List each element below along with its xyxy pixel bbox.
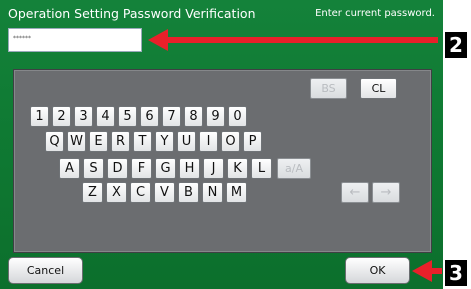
key-k[interactable]: K — [227, 158, 248, 179]
key-3[interactable]: 3 — [74, 106, 93, 127]
key-i[interactable]: I — [199, 131, 218, 152]
key-s[interactable]: S — [83, 158, 104, 179]
key-d[interactable]: D — [107, 158, 128, 179]
callout-arrow-3-head — [412, 260, 432, 282]
key-2[interactable]: 2 — [52, 106, 71, 127]
callout-badge-2: 2 — [445, 32, 467, 58]
key-4[interactable]: 4 — [96, 106, 115, 127]
instruction-text: Enter current password. — [315, 8, 435, 19]
clear-key[interactable]: CL — [360, 78, 397, 99]
key-v[interactable]: V — [154, 182, 175, 203]
key-a[interactable]: A — [59, 158, 80, 179]
dialog-screen: Operation Setting Password Verification … — [0, 0, 443, 289]
key-9[interactable]: 9 — [206, 106, 225, 127]
key-j[interactable]: J — [203, 158, 224, 179]
key-n[interactable]: N — [202, 182, 223, 203]
key-e[interactable]: E — [89, 131, 108, 152]
case-toggle-key[interactable]: a/A — [277, 158, 311, 179]
key-b[interactable]: B — [178, 182, 199, 203]
key-1[interactable]: 1 — [30, 106, 49, 127]
cancel-button[interactable]: Cancel — [8, 257, 83, 284]
arrow-right-key[interactable]: → — [372, 182, 400, 203]
dialog-title: Operation Setting Password Verification — [8, 6, 256, 21]
key-p[interactable]: P — [243, 131, 262, 152]
key-o[interactable]: O — [221, 131, 240, 152]
callout-arrow-2-head — [148, 29, 168, 51]
backspace-key[interactable]: BS — [310, 78, 347, 99]
key-q[interactable]: Q — [45, 131, 64, 152]
on-screen-keyboard: BS CL 1 2 3 4 5 6 7 8 9 0 Q W E R T Y U … — [13, 69, 432, 253]
callout-badge-3: 3 — [445, 260, 467, 286]
password-input[interactable]: ****** — [8, 28, 142, 52]
key-m[interactable]: M — [226, 182, 247, 203]
key-g[interactable]: G — [155, 158, 176, 179]
arrow-left-key[interactable]: ← — [341, 182, 369, 203]
key-6[interactable]: 6 — [140, 106, 159, 127]
key-c[interactable]: C — [130, 182, 151, 203]
key-z[interactable]: Z — [82, 182, 103, 203]
key-7[interactable]: 7 — [162, 106, 181, 127]
callout-arrow-3-line — [430, 268, 442, 274]
key-0[interactable]: 0 — [228, 106, 247, 127]
key-u[interactable]: U — [177, 131, 196, 152]
key-5[interactable]: 5 — [118, 106, 137, 127]
key-x[interactable]: X — [106, 182, 127, 203]
key-y[interactable]: Y — [155, 131, 174, 152]
key-8[interactable]: 8 — [184, 106, 203, 127]
key-t[interactable]: T — [133, 131, 152, 152]
key-l[interactable]: L — [251, 158, 272, 179]
callout-arrow-2-line — [166, 37, 438, 43]
key-h[interactable]: H — [179, 158, 200, 179]
ok-button[interactable]: OK — [345, 257, 410, 284]
key-w[interactable]: W — [67, 131, 86, 152]
key-r[interactable]: R — [111, 131, 130, 152]
key-f[interactable]: F — [131, 158, 152, 179]
